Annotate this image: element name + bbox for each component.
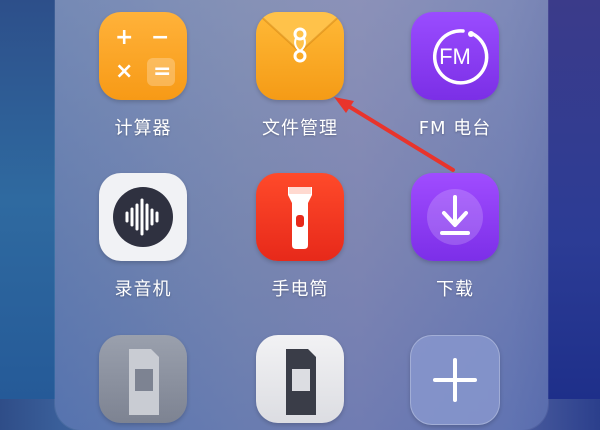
annotation-arrow: [334, 97, 455, 172]
